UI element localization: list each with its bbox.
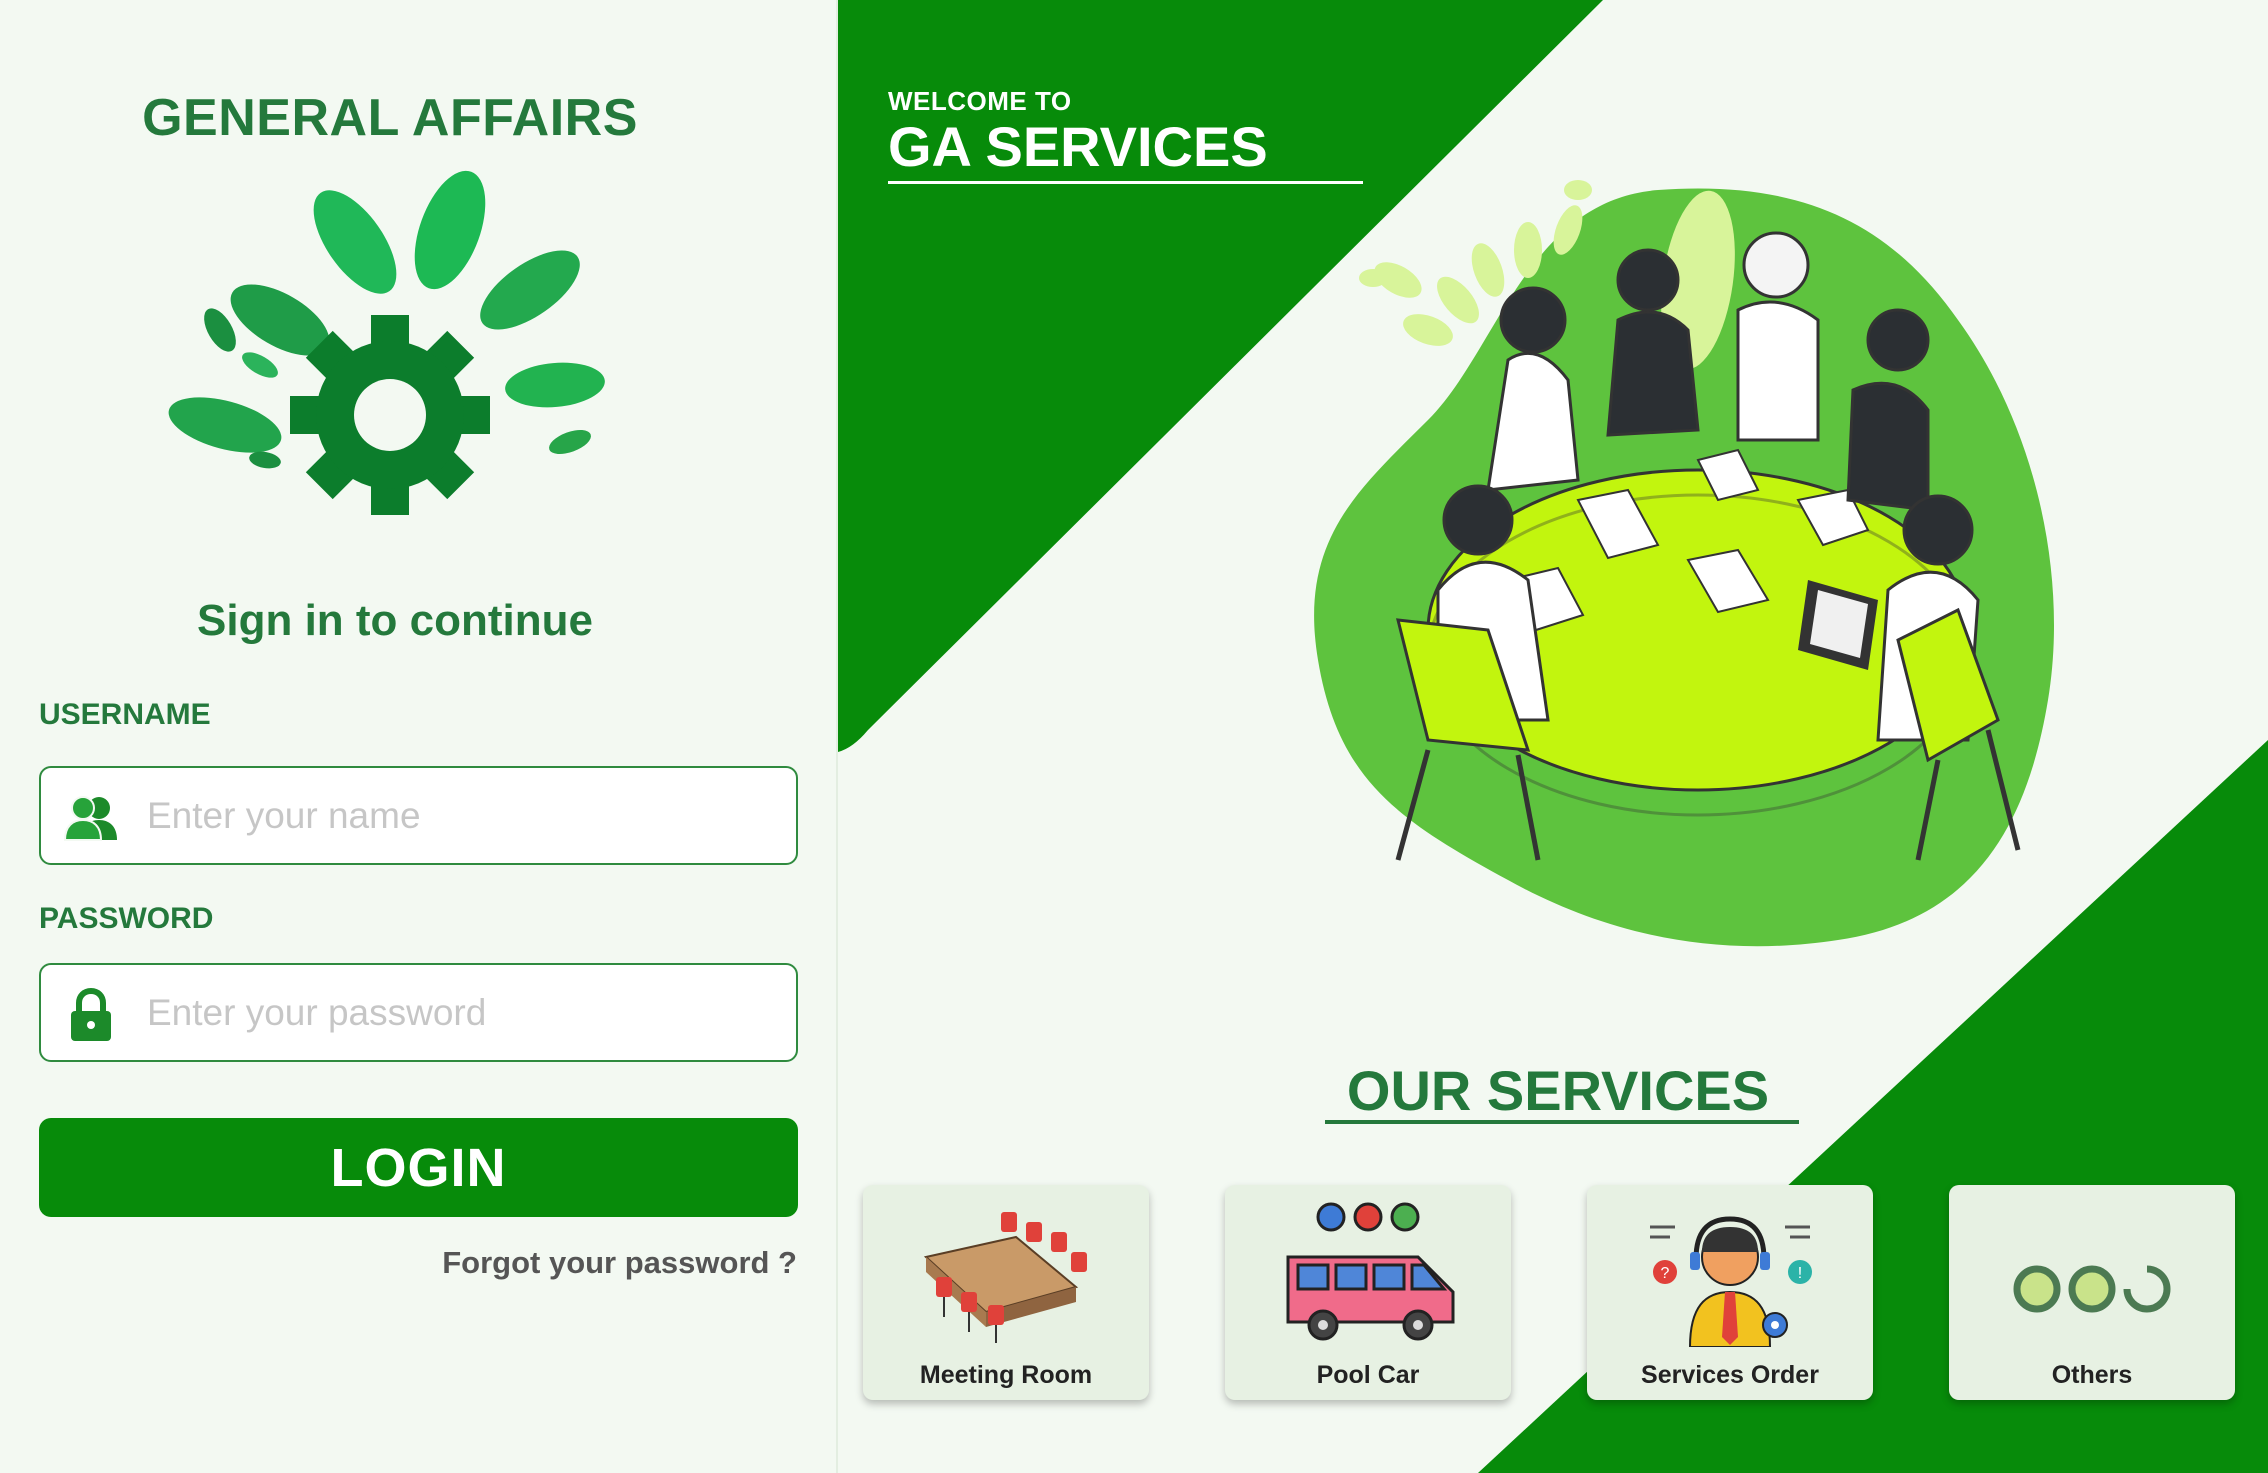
welcome-text: WELCOME TO [888, 86, 1072, 116]
services-order-icon: ? ! [1650, 1216, 1812, 1347]
others-icon [2013, 1265, 2171, 1313]
pool-car-icon [1286, 1202, 1455, 1341]
username-field-container [39, 766, 798, 865]
service-card-others[interactable]: Others [1949, 1185, 2235, 1400]
service-card-services-order[interactable]: ? ! Services Order [1587, 1185, 1873, 1400]
signin-heading: Sign in to continue [197, 596, 593, 645]
our-services-heading: OUR SERVICES [1346, 1059, 1770, 1122]
svg-text:?: ? [1661, 1265, 1670, 1282]
svg-text:!: ! [1798, 1265, 1802, 1282]
service-label: Pool Car [1316, 1361, 1420, 1389]
forgot-password-link[interactable]: Forgot your password ? [430, 1245, 797, 1281]
username-label: USERNAME [39, 698, 211, 731]
login-button[interactable]: LOGIN [39, 1118, 798, 1217]
service-label: Others [2051, 1361, 2133, 1389]
meeting-room-icon [923, 1212, 1087, 1343]
username-input[interactable] [147, 778, 777, 854]
password-input[interactable] [147, 975, 777, 1051]
team-meeting-illustration-icon [1314, 180, 2054, 947]
service-label: Services Order [1641, 1361, 1819, 1389]
lock-icon [71, 987, 111, 1041]
service-label: Meeting Room [919, 1361, 1093, 1389]
password-label: PASSWORD [39, 902, 214, 935]
hero-panel: WELCOME TO GA SERVICES OUR SERVICES Meet… [838, 0, 2268, 1473]
users-icon [63, 796, 117, 841]
general-affairs-logo-icon [168, 170, 605, 515]
login-panel: GENERAL AFFAIRS Sign in to continue USER… [0, 0, 838, 1473]
brand-title: GENERAL AFFAIRS [142, 89, 638, 147]
services-underline [1325, 1120, 1799, 1124]
service-card-pool-car[interactable]: Pool Car [1225, 1185, 1511, 1400]
password-field-container [39, 963, 798, 1062]
service-card-meeting-room[interactable]: Meeting Room [863, 1185, 1149, 1400]
ga-services-title: GA SERVICES [888, 115, 1268, 178]
